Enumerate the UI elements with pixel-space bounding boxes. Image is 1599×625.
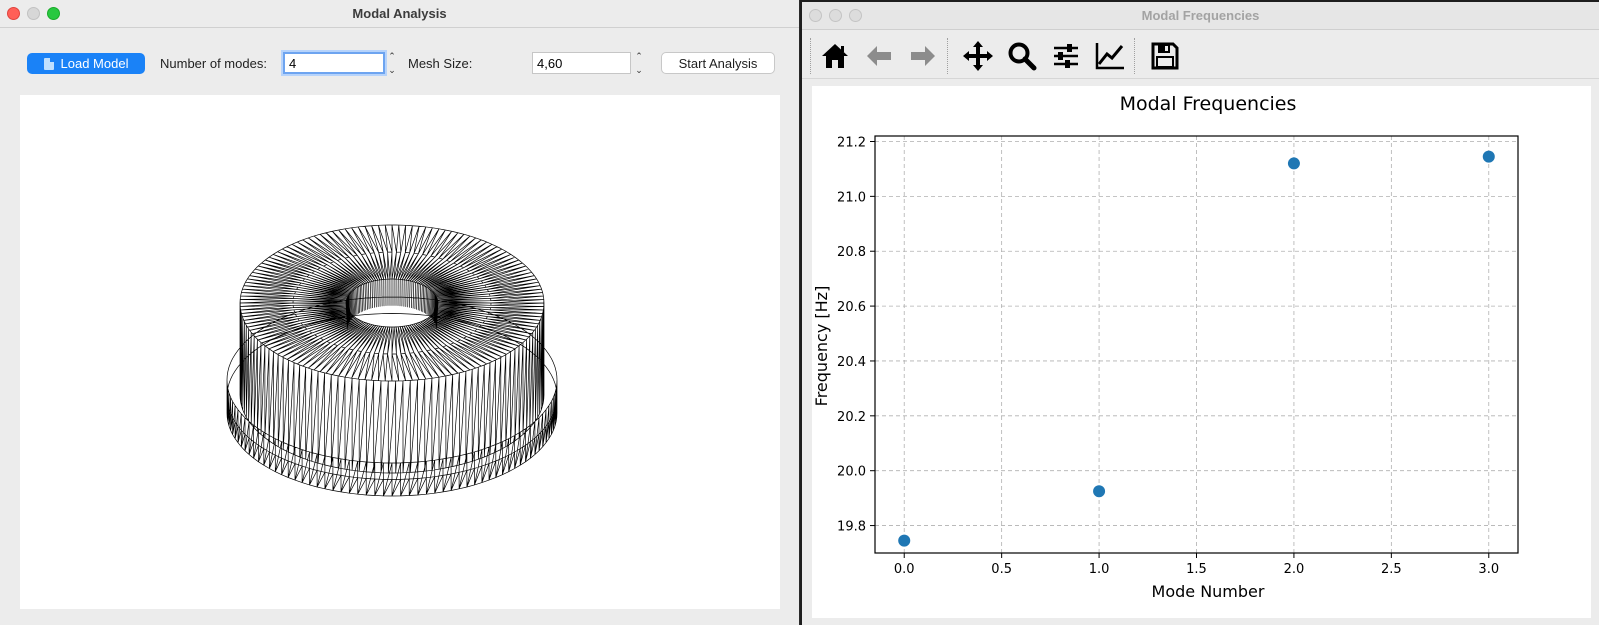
document-icon: [43, 57, 54, 70]
title-bar[interactable]: Modal Frequencies: [802, 2, 1599, 30]
x-tick-label: 2.5: [1381, 562, 1402, 577]
scatter-chart[interactable]: Modal Frequencies Mode Number Frequency …: [812, 86, 1591, 618]
start-analysis-button[interactable]: Start Analysis: [661, 52, 775, 74]
axes-frame: [874, 135, 1519, 554]
x-tick-label: 0.5: [991, 562, 1012, 577]
plot-canvas[interactable]: Modal Frequencies Mode Number Frequency …: [812, 86, 1591, 618]
x-tick-label: 3.0: [1478, 562, 1499, 577]
y-axis-label: Frequency [Hz]: [812, 286, 831, 407]
data-point: [1482, 150, 1495, 163]
window-title: Modal Analysis: [352, 6, 447, 21]
configure-subplots-icon[interactable]: [1049, 39, 1083, 73]
load-model-button[interactable]: Load Model: [27, 53, 145, 74]
chevron-up-icon[interactable]: ⌃: [635, 51, 643, 61]
y-tick-label: 21.2: [837, 135, 866, 150]
window-title: Modal Frequencies: [1141, 8, 1260, 23]
controls-bar: Load Model Number of modes: ⌃ ⌄ Mesh Siz…: [0, 50, 799, 78]
modes-stepper[interactable]: ⌃ ⌄: [386, 51, 398, 75]
mesh-size-stepper[interactable]: ⌃ ⌄: [633, 51, 645, 75]
y-tick-label: 20.2: [837, 410, 866, 425]
modes-input[interactable]: [283, 52, 385, 74]
modal-frequencies-window: Modal Frequencies Modal Frequencies Mode…: [802, 2, 1599, 625]
toolbar-separator: [810, 38, 811, 74]
y-tick-label: 21.0: [837, 190, 866, 205]
data-point: [898, 534, 911, 547]
chart-title: Modal Frequencies: [1120, 93, 1297, 115]
chevron-down-icon[interactable]: ⌄: [388, 65, 396, 75]
pan-icon[interactable]: [961, 39, 995, 73]
chevron-down-icon[interactable]: ⌄: [635, 65, 643, 75]
modes-label: Number of modes:: [160, 56, 267, 71]
x-tick-label: 1.5: [1186, 562, 1207, 577]
toolbar-separator: [947, 38, 948, 74]
plot-toolbar: [802, 31, 1599, 79]
model-viewport[interactable]: [20, 95, 780, 609]
load-model-label: Load Model: [60, 56, 129, 71]
data-point: [1287, 157, 1300, 170]
x-axis-label: Mode Number: [1152, 582, 1265, 601]
y-tick-label: 20.6: [837, 300, 866, 315]
modal-analysis-window: Modal Analysis Load Model Number of mode…: [0, 0, 800, 625]
save-icon[interactable]: [1148, 39, 1182, 73]
forward-arrow-icon[interactable]: [906, 39, 940, 73]
y-tick-label: 20.8: [837, 245, 866, 260]
y-tick-label: 19.8: [837, 520, 866, 535]
home-icon[interactable]: [818, 39, 852, 73]
toolbar-separator: [1134, 38, 1135, 74]
x-tick-label: 1.0: [1089, 562, 1110, 577]
x-tick-label: 0.0: [894, 562, 915, 577]
edit-axis-icon[interactable]: [1093, 39, 1127, 73]
data-point: [1093, 485, 1106, 498]
x-tick-label: 2.0: [1284, 562, 1305, 577]
chevron-up-icon[interactable]: ⌃: [388, 51, 396, 61]
mesh-size-input[interactable]: [532, 52, 631, 74]
title-bar[interactable]: Modal Analysis: [0, 0, 799, 28]
mesh-size-label: Mesh Size:: [408, 56, 473, 71]
mesh-wireframe: [226, 224, 558, 497]
zoom-icon[interactable]: [1005, 39, 1039, 73]
y-tick-label: 20.4: [837, 355, 866, 370]
mesh-model[interactable]: [20, 95, 780, 609]
back-arrow-icon[interactable]: [862, 39, 896, 73]
y-tick-label: 20.0: [837, 465, 866, 480]
